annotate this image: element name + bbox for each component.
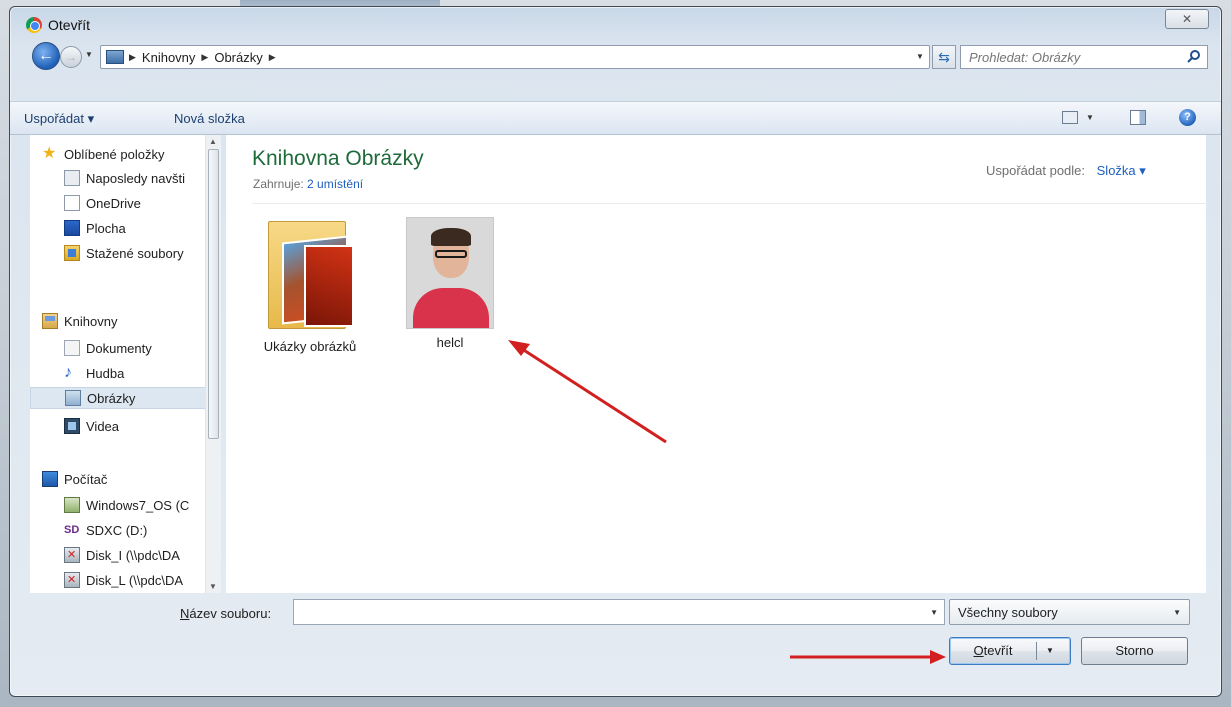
- close-button[interactable]: ✕: [1165, 9, 1209, 29]
- locations-link[interactable]: 2 umístění: [307, 177, 363, 191]
- address-bar[interactable]: ▶ Knihovny ▶ Obrázky ▶: [100, 45, 930, 69]
- pictures-location-icon: [106, 50, 124, 64]
- search-box[interactable]: [960, 45, 1208, 69]
- downloads-icon: [64, 245, 80, 261]
- recent-places-icon: [64, 170, 80, 186]
- scroll-down-icon[interactable]: ▼: [209, 582, 217, 591]
- breadcrumb-separator-icon[interactable]: ▶: [129, 52, 136, 63]
- nav-item-disk-l[interactable]: Disk_L (\\pdc\DA: [64, 569, 183, 591]
- view-dropdown-icon[interactable]: ▼: [1086, 113, 1094, 122]
- breadcrumb: ▶ Knihovny ▶ Obrázky ▶: [129, 50, 276, 65]
- filename-dropdown-icon[interactable]: ▼: [930, 608, 938, 617]
- history-dropdown-icon[interactable]: ▼: [85, 50, 93, 59]
- library-title: Knihovna Obrázky: [252, 147, 424, 170]
- sd-card-icon: SD: [64, 524, 80, 536]
- nav-computer[interactable]: Počítač: [42, 468, 107, 490]
- nav-item-sdxc[interactable]: SD SDXC (D:): [64, 519, 147, 541]
- navigation-scrollbar[interactable]: ▲ ▼: [205, 135, 221, 593]
- command-bar: Uspořádat ▾ Nová složka ▼ ?: [10, 101, 1221, 135]
- breadcrumb-separator-icon[interactable]: ▶: [269, 52, 276, 63]
- back-arrow-icon[interactable]: ←: [32, 42, 60, 70]
- filename-label: Název souboru:: [180, 606, 272, 621]
- preview-pane-icon[interactable]: [1130, 110, 1146, 125]
- libraries-icon: [42, 313, 58, 329]
- disconnected-network-drive-icon: [64, 572, 80, 588]
- new-folder-button[interactable]: Nová složka: [174, 111, 245, 126]
- title-bar: Otevřít ✕: [10, 7, 1221, 35]
- nav-item-pictures[interactable]: Obrázky: [30, 387, 205, 409]
- nav-item-documents[interactable]: Dokumenty: [64, 337, 152, 359]
- nav-favorites[interactable]: ★ Oblíbené položky: [42, 143, 164, 165]
- breadcrumb-libraries[interactable]: Knihovny: [142, 50, 195, 65]
- nav-item-recent[interactable]: Naposledy navšti: [64, 167, 185, 189]
- breadcrumb-pictures[interactable]: Obrázky: [214, 50, 262, 65]
- file-type-select[interactable]: Všechny soubory ▼: [949, 599, 1190, 625]
- forward-arrow-icon[interactable]: →: [60, 46, 82, 68]
- disconnected-network-drive-icon: [64, 547, 80, 563]
- search-icon[interactable]: [1187, 49, 1201, 63]
- music-icon: ♪: [64, 364, 72, 381]
- breadcrumb-separator-icon[interactable]: ▶: [201, 52, 208, 63]
- chrome-app-icon: [26, 17, 42, 33]
- help-icon[interactable]: ?: [1179, 109, 1196, 126]
- cancel-button[interactable]: Storno: [1081, 637, 1188, 665]
- onedrive-icon: [64, 195, 80, 211]
- arrange-by: Uspořádat podle: Složka ▾: [986, 163, 1146, 178]
- address-row: ← → ▼ ▶ Knihovny ▶ Obrázky ▶ ▼ ⇆: [10, 39, 1221, 75]
- split-divider: [1036, 642, 1037, 660]
- search-input[interactable]: [961, 46, 1181, 68]
- chevron-down-icon[interactable]: ▼: [1173, 608, 1181, 617]
- desktop-icon: [64, 220, 80, 236]
- arrange-by-dropdown[interactable]: Složka ▾: [1097, 163, 1146, 178]
- pictures-icon: [65, 390, 81, 406]
- nav-item-drive-c[interactable]: Windows7_OS (C: [64, 494, 189, 516]
- content-pane: Knihovna Obrázky Zahrnuje: 2 umístění Us…: [226, 135, 1208, 593]
- computer-icon: [42, 471, 58, 487]
- open-button[interactable]: Otevřít ▼: [949, 637, 1071, 665]
- address-dropdown-icon[interactable]: ▼: [916, 52, 924, 61]
- photo-thumbnail: [406, 217, 494, 329]
- open-dropdown-icon[interactable]: ▼: [1046, 638, 1054, 664]
- nav-item-desktop[interactable]: Plocha: [64, 217, 126, 239]
- nav-item-videos[interactable]: Videa: [64, 415, 119, 437]
- filename-field[interactable]: ▼: [293, 599, 945, 625]
- file-tile-label: helcl: [436, 335, 464, 350]
- dialog-title: Otevřít: [48, 17, 91, 33]
- videos-icon: [64, 418, 80, 434]
- nav-libraries[interactable]: Knihovny: [42, 310, 117, 332]
- star-icon: ★: [42, 145, 57, 162]
- folder-thumbnail-icon: [264, 215, 356, 333]
- open-button-label: Otevřít: [973, 643, 1013, 658]
- navigation-pane: ★ Oblíbené položky Naposledy navšti OneD…: [30, 135, 206, 593]
- nav-item-onedrive[interactable]: OneDrive: [64, 192, 141, 214]
- documents-icon: [64, 340, 80, 356]
- library-includes: Zahrnuje: 2 umístění: [253, 177, 364, 191]
- change-view-icon[interactable]: [1062, 111, 1078, 124]
- os-drive-icon: [64, 497, 80, 513]
- organize-button[interactable]: Uspořádat ▾: [24, 111, 94, 127]
- filename-input[interactable]: [294, 600, 914, 624]
- header-divider: [252, 203, 1208, 204]
- refresh-icon[interactable]: ⇆: [932, 45, 956, 69]
- file-tile-helcl[interactable]: helcl: [402, 217, 498, 350]
- scrollbar-thumb[interactable]: [208, 149, 219, 439]
- nav-item-disk-i[interactable]: Disk_I (\\pdc\DA: [64, 544, 180, 566]
- file-tile-label: Ukázky obrázků: [263, 339, 357, 354]
- scroll-up-icon[interactable]: ▲: [209, 137, 217, 146]
- nav-item-music[interactable]: ♪ Hudba: [64, 362, 124, 384]
- file-tile-sample-pictures[interactable]: Ukázky obrázků: [258, 215, 362, 354]
- nav-item-downloads[interactable]: Stažené soubory: [64, 242, 184, 264]
